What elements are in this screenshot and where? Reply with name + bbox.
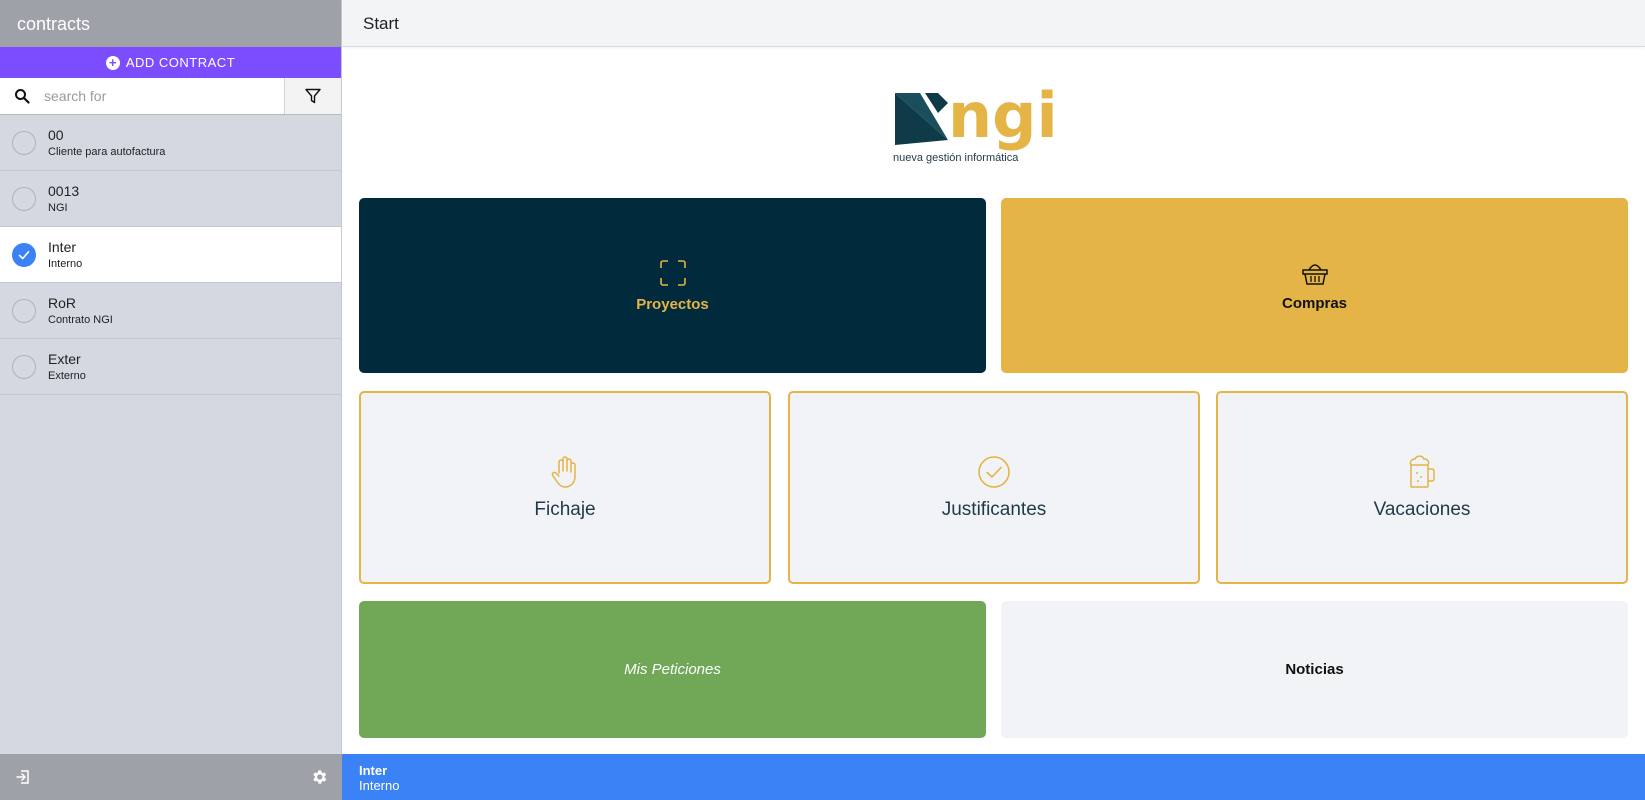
filter-icon <box>305 88 321 104</box>
contract-code: 00 <box>48 127 64 143</box>
add-contract-label: ADD CONTRACT <box>125 55 236 70</box>
search-input[interactable] <box>44 78 284 114</box>
tile-mis-peticiones-label: Mis Peticiones <box>624 661 721 678</box>
sidebar-footer <box>0 754 342 800</box>
current-contract-bar: Inter Interno <box>342 754 1645 800</box>
tile-justificantes[interactable]: Justificantes <box>788 391 1200 584</box>
basket-icon <box>1301 263 1328 285</box>
tile-proyectos-label: Proyectos <box>636 295 709 313</box>
tile-fichaje[interactable]: Fichaje <box>359 391 771 584</box>
sidebar: contracts + ADD CONTRACT 00 Cliente para… <box>0 0 342 800</box>
gear-icon[interactable] <box>308 766 330 788</box>
logout-icon[interactable] <box>12 766 34 788</box>
logo-tagline: nueva gestión informática <box>893 152 1019 164</box>
contract-item-ror[interactable]: RoR Contrato NGI <box>0 283 341 339</box>
contract-list: 00 Cliente para autofactura 0013 NGI Int… <box>0 115 341 395</box>
search-icon <box>0 78 44 114</box>
tile-noticias-label: Noticias <box>1285 661 1344 678</box>
search-bar <box>0 78 341 115</box>
tile-mis-peticiones[interactable]: Mis Peticiones <box>359 601 986 738</box>
add-contract-button[interactable]: + ADD CONTRACT <box>0 47 341 78</box>
tile-compras[interactable]: Compras <box>1001 198 1628 373</box>
tile-justificantes-label: Justificantes <box>941 498 1047 520</box>
contract-item-00[interactable]: 00 Cliente para autofactura <box>0 115 341 171</box>
tile-proyectos[interactable]: Proyectos <box>359 198 986 373</box>
tile-vacaciones-label: Vacaciones <box>1373 498 1471 520</box>
radio-button[interactable] <box>12 186 36 211</box>
tile-noticias[interactable]: Noticias <box>1001 601 1628 738</box>
tile-compras-label: Compras <box>1281 294 1348 312</box>
radio-button-checked[interactable] <box>12 242 36 267</box>
tile-vacaciones[interactable]: Vacaciones <box>1216 391 1628 584</box>
contract-item-0013[interactable]: 0013 NGI <box>0 171 341 227</box>
radio-button[interactable] <box>12 130 36 155</box>
ngi-logo: ngi nueva gestión informática <box>890 75 1110 170</box>
filter-button[interactable] <box>284 78 341 114</box>
contract-name: Cliente para autofactura <box>48 146 166 158</box>
contract-code: Exter <box>48 351 81 367</box>
contract-item-exter[interactable]: Exter Externo <box>0 339 341 395</box>
page-title: Start <box>342 0 1645 47</box>
current-contract-code: Inter <box>359 763 388 778</box>
tile-fichaje-label: Fichaje <box>534 498 596 520</box>
hand-icon <box>551 455 576 488</box>
contract-name: Interno <box>48 258 83 270</box>
current-contract-name: Interno <box>359 778 400 793</box>
beer-mug-icon <box>1409 454 1435 488</box>
contract-code: 0013 <box>48 183 80 199</box>
contract-item-inter[interactable]: Inter Interno <box>0 227 341 283</box>
fullscreen-icon <box>659 259 686 286</box>
contract-name: Contrato NGI <box>48 314 113 326</box>
checkmark-icon <box>18 250 30 259</box>
logo-text: ngi <box>948 79 1058 152</box>
radio-button[interactable] <box>12 298 36 323</box>
ngi-logo-graphic: ngi <box>895 79 1058 152</box>
check-circle-icon <box>978 455 1010 488</box>
plus-icon: + <box>105 55 120 70</box>
radio-button[interactable] <box>12 354 36 379</box>
contract-name: NGI <box>48 202 68 214</box>
contract-code: RoR <box>48 295 77 311</box>
main-area: Start ngi nueva gestión informática Proy… <box>342 0 1645 800</box>
sidebar-title: contracts <box>0 0 341 47</box>
contract-code: Inter <box>48 239 77 255</box>
contract-name: Externo <box>48 370 86 382</box>
